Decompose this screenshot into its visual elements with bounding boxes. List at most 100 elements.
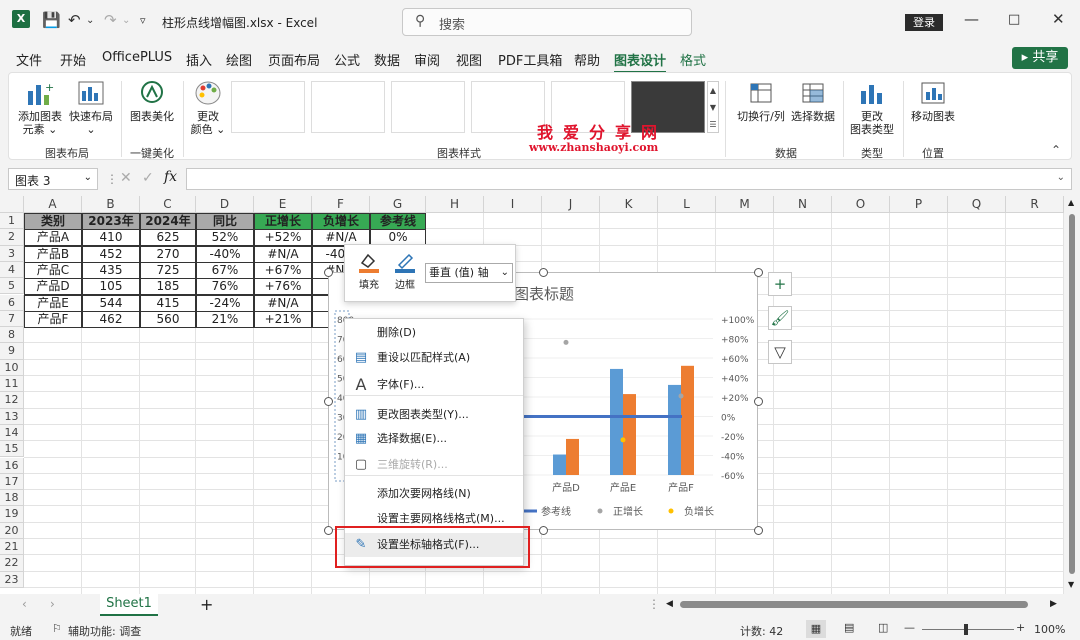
column-header[interactable]: R — [1006, 196, 1064, 213]
table-cell[interactable]: 725 — [140, 261, 196, 279]
vertical-scrollbar[interactable]: ▲ ▼ — [1064, 196, 1080, 594]
tab-officeplus[interactable]: OfficePLUS — [102, 50, 172, 65]
outline-button[interactable]: 边框 — [389, 249, 421, 291]
customize-toolbar-icon[interactable]: ▿ — [140, 14, 146, 27]
expand-formula-icon[interactable]: ⌄ — [1057, 172, 1065, 183]
redo-icon[interactable]: ↷ — [104, 11, 117, 29]
zoom-slider[interactable] — [922, 629, 1014, 630]
login-button[interactable]: 登录 — [905, 14, 943, 31]
select-all-corner[interactable] — [0, 196, 24, 213]
table-header-cell[interactable]: 正增长 — [254, 213, 312, 230]
column-header[interactable]: H — [426, 196, 484, 213]
table-cell[interactable]: 105 — [82, 278, 140, 296]
table-cell[interactable]: 560 — [140, 310, 196, 328]
page-break-view-icon[interactable]: ◫ — [878, 621, 888, 634]
minimize-icon[interactable]: — — [964, 10, 979, 28]
name-box[interactable]: 图表 3 ⌄ — [8, 168, 98, 190]
resize-handle[interactable] — [754, 268, 763, 277]
undo-icon[interactable]: ↶ — [68, 11, 81, 29]
table-cell[interactable]: 410 — [82, 229, 140, 247]
tab-chart-design[interactable]: 图表设计 — [614, 50, 667, 74]
move-chart-button[interactable]: 移动图表 — [907, 79, 959, 123]
table-cell[interactable]: 产品A — [24, 229, 82, 247]
row-header[interactable]: 19 — [0, 506, 24, 523]
row-header[interactable]: 4 — [0, 261, 24, 279]
table-cell[interactable]: 452 — [82, 245, 140, 263]
chart-elements-button[interactable]: + — [768, 272, 792, 296]
table-cell[interactable]: 52% — [196, 229, 254, 247]
row-header[interactable]: 2 — [0, 229, 24, 246]
table-cell[interactable]: -24% — [196, 294, 254, 312]
column-header[interactable]: A — [24, 196, 82, 213]
tab-home[interactable]: 开始 — [60, 50, 86, 69]
formula-input[interactable]: ⌄ — [186, 168, 1072, 190]
column-header[interactable]: O — [832, 196, 890, 213]
table-header-cell[interactable]: 同比 — [196, 213, 254, 230]
maximize-icon[interactable]: □ — [1008, 12, 1020, 27]
row-header[interactable]: 18 — [0, 490, 24, 507]
column-header[interactable]: L — [658, 196, 716, 213]
table-cell[interactable]: 185 — [140, 278, 196, 296]
tab-help[interactable]: 帮助 — [574, 50, 600, 69]
column-header[interactable]: G — [370, 196, 426, 213]
change-colors-button[interactable]: 更改 颜色 ⌄ — [187, 79, 229, 136]
row-header[interactable]: 11 — [0, 376, 24, 393]
prev-sheet-icon[interactable]: ‹ — [22, 597, 27, 611]
table-cell[interactable]: 产品E — [24, 294, 82, 312]
row-header[interactable]: 8 — [0, 327, 24, 344]
context-menu-item[interactable]: 删除(D) — [345, 321, 523, 345]
tab-draw[interactable]: 绘图 — [226, 50, 252, 69]
context-menu-item[interactable]: ▢ 三维旋转(R)... — [345, 453, 523, 477]
table-header-cell[interactable]: 类别 — [24, 213, 82, 230]
resize-handle[interactable] — [539, 526, 548, 535]
insert-function-icon[interactable]: fx — [164, 169, 177, 185]
zoom-level[interactable]: 100% — [1034, 623, 1065, 636]
context-menu-item[interactable]: ▥ 更改图表类型(Y)... — [345, 403, 523, 427]
column-header[interactable]: F — [312, 196, 370, 213]
cancel-icon[interactable]: ✕ — [120, 170, 132, 186]
row-header[interactable]: 22 — [0, 555, 24, 572]
column-header[interactable]: K — [600, 196, 658, 213]
row-header[interactable]: 5 — [0, 278, 24, 295]
scroll-left-icon[interactable]: ◀ — [666, 599, 673, 609]
column-header[interactable]: P — [890, 196, 948, 213]
accessibility-status[interactable]: 辅助功能: 调查 — [68, 623, 141, 639]
undo-dropdown-icon[interactable]: ⌄ — [86, 15, 94, 26]
style-gallery-scroll[interactable]: ▲ ▼ ☰ — [707, 81, 719, 133]
column-header[interactable]: J — [542, 196, 600, 213]
table-cell[interactable]: 544 — [82, 294, 140, 312]
resize-handle[interactable] — [324, 526, 333, 535]
add-sheet-button[interactable]: + — [200, 595, 213, 614]
chart-style-4[interactable] — [471, 81, 545, 133]
chart-style-3[interactable] — [391, 81, 465, 133]
column-header[interactable]: D — [196, 196, 254, 213]
row-header[interactable]: 23 — [0, 571, 24, 588]
horizontal-scroll-thumb[interactable] — [680, 601, 1028, 608]
table-cell[interactable]: #N/A — [254, 245, 312, 263]
collapse-ribbon-icon[interactable]: ⌃ — [1051, 143, 1061, 157]
row-header[interactable]: 1 — [0, 213, 24, 230]
table-cell[interactable]: #N/A — [254, 294, 312, 312]
row-header[interactable]: 17 — [0, 473, 24, 491]
context-menu-item[interactable]: A 字体(F)... — [345, 373, 523, 397]
row-header[interactable]: 9 — [0, 343, 24, 360]
row-header[interactable]: 13 — [0, 408, 24, 425]
table-cell[interactable]: 产品D — [24, 278, 82, 296]
row-header[interactable]: 10 — [0, 359, 24, 376]
zoom-in-icon[interactable]: + — [1016, 621, 1025, 634]
tab-pdf-toolbox[interactable]: PDF工具箱 — [498, 50, 562, 69]
table-header-cell[interactable]: 负增长 — [312, 213, 370, 230]
page-layout-view-icon[interactable]: ▤ — [844, 621, 854, 634]
table-cell[interactable]: 76% — [196, 278, 254, 296]
resize-handle[interactable] — [754, 397, 763, 406]
column-header[interactable]: C — [140, 196, 196, 213]
table-cell[interactable]: 462 — [82, 310, 140, 328]
table-cell[interactable]: 产品F — [24, 310, 82, 328]
column-header[interactable]: Q — [948, 196, 1006, 213]
more-options-icon[interactable]: ⋮ — [106, 172, 118, 186]
scroll-right-icon[interactable]: ▶ — [1050, 599, 1057, 609]
table-cell[interactable]: +67% — [254, 261, 312, 279]
vertical-scroll-thumb[interactable] — [1069, 214, 1075, 574]
zoom-out-icon[interactable]: — — [904, 621, 915, 634]
table-cell[interactable]: 435 — [82, 261, 140, 279]
